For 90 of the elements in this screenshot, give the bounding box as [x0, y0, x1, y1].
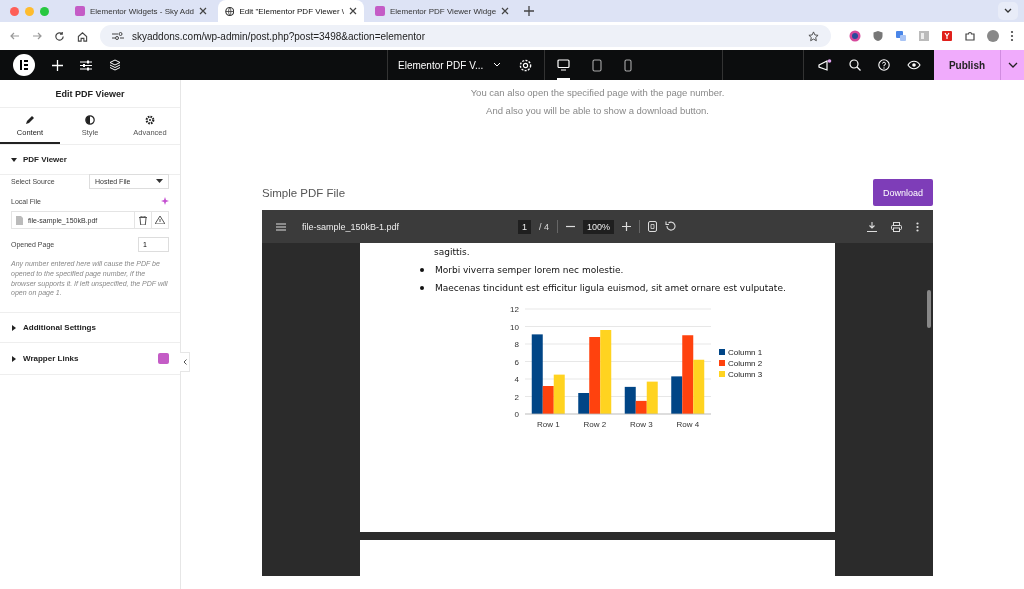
extension-icon[interactable] [849, 30, 861, 42]
file-name: file-sample_150kB-1.pdf [302, 221, 400, 232]
collapse-panel-handle[interactable] [180, 352, 190, 372]
download-button[interactable]: Download [873, 179, 933, 206]
section-heading: Simple PDF File [262, 186, 346, 199]
mobile-view-icon[interactable] [624, 58, 633, 72]
site-favicon-icon [75, 6, 85, 16]
caret-down-icon [11, 156, 17, 163]
pencil-icon [25, 115, 35, 125]
legend-label: Column 2 [728, 359, 763, 368]
menu-icon[interactable] [276, 222, 286, 231]
zoom-in-icon[interactable] [622, 222, 632, 231]
x-tick-label: Row 4 [676, 420, 700, 429]
help-icon[interactable] [878, 59, 890, 71]
shield-icon[interactable] [872, 30, 884, 42]
download-icon[interactable] [867, 221, 877, 232]
search-icon[interactable] [849, 59, 861, 71]
profile-avatar[interactable] [987, 30, 999, 42]
intro-text: And also you will be able to show a download button. [485, 105, 710, 115]
print-icon[interactable] [891, 221, 902, 232]
caret-right-icon [11, 355, 17, 362]
site-favicon-icon [375, 6, 385, 16]
addon-badge-icon [158, 353, 169, 365]
tablet-view-icon[interactable] [592, 58, 603, 72]
legend-label: Column 3 [728, 370, 763, 379]
y-tick-label: 2 [514, 392, 519, 402]
translate-icon[interactable] [895, 30, 907, 42]
page-number-input[interactable]: 1 [518, 219, 532, 234]
sparkle-icon[interactable] [161, 197, 169, 205]
section-header[interactable]: Additional Settings [0, 313, 180, 344]
x-tick-label: Row 3 [629, 420, 653, 429]
contrast-icon [85, 115, 95, 125]
reload-icon[interactable] [54, 30, 65, 42]
preview-eye-icon[interactable] [907, 60, 921, 70]
browser-tab[interactable]: Elementor Widgets - Sky Add [68, 0, 214, 22]
bullet-icon [420, 286, 424, 290]
page-total: / 4 [539, 221, 550, 232]
megaphone-icon[interactable] [818, 58, 832, 72]
close-tab-icon[interactable] [501, 7, 510, 15]
more-options-icon[interactable] [916, 221, 919, 232]
close-tab-icon[interactable] [199, 7, 208, 15]
bar [553, 374, 565, 414]
home-icon[interactable] [77, 30, 88, 42]
browser-tab[interactable]: Edit "Elementor PDF Viewer \ [218, 0, 364, 22]
y-tick-label: 10 [510, 322, 519, 332]
layers-icon[interactable] [109, 59, 121, 71]
y-tick-label: 0 [514, 410, 519, 419]
y-tick-label: 4 [514, 375, 519, 384]
new-tab-icon[interactable] [524, 6, 534, 16]
globe-icon [225, 5, 235, 17]
more-menu-icon[interactable] [1010, 30, 1014, 42]
bookmark-star-icon[interactable] [808, 30, 819, 42]
panel-title: Edit PDF Viewer [0, 80, 180, 108]
tab-search-icon[interactable] [998, 2, 1018, 20]
settings-icon[interactable] [519, 58, 533, 72]
chevron-down-icon [1007, 62, 1018, 68]
browser-tab[interactable]: Elementor PDF Viewer Widge [368, 0, 514, 22]
fit-page-icon[interactable] [648, 221, 658, 232]
puzzle-icon[interactable] [964, 30, 976, 42]
back-icon[interactable] [10, 31, 20, 41]
publish-button[interactable]: Publish [934, 50, 1000, 80]
rotate-icon[interactable] [665, 221, 677, 232]
close-tab-icon[interactable] [349, 7, 357, 15]
address-field[interactable]: skyaddons.com/wp-admin/post.php?post=3498&action=elementor [100, 25, 831, 47]
pdf-text: sagittis. [434, 247, 471, 257]
section-header[interactable]: PDF Viewer [0, 145, 180, 175]
zoom-level-input[interactable]: 100% [583, 219, 615, 234]
pdf-list-item: Morbi viverra semper lorem nec molestie. [435, 265, 624, 275]
add-icon[interactable] [52, 59, 63, 71]
pdf-list-item: Maecenas tincidunt est efficitur ligula euismod, sit amet ornare est vulputate. [435, 283, 786, 293]
x-tick-label: Row 2 [583, 420, 607, 429]
y-tick-label: 12 [510, 305, 519, 314]
scrollbar-thumb[interactable] [927, 290, 931, 328]
extension-icon[interactable] [941, 30, 953, 42]
section-header[interactable]: Wrapper Links [0, 343, 180, 376]
document-title-dropdown[interactable]: Elementor PDF V... [398, 59, 502, 71]
y-tick-label: 6 [514, 357, 519, 367]
site-settings-icon[interactable] [112, 31, 124, 41]
bullet-icon [420, 268, 424, 272]
elementor-logo-icon[interactable] [13, 54, 35, 76]
gear-icon [145, 115, 155, 125]
caret-icon [493, 62, 502, 68]
caret-right-icon [11, 324, 17, 331]
legend-label: Column 1 [728, 348, 763, 357]
caret-down-icon [156, 179, 163, 184]
forward-icon[interactable] [32, 31, 42, 41]
settings-sliders-icon[interactable] [80, 59, 92, 71]
intro-text: You can also open the specified page with the page number. [469, 88, 726, 98]
x-tick-label: Row 1 [536, 420, 560, 429]
y-tick-label: 8 [514, 340, 519, 349]
